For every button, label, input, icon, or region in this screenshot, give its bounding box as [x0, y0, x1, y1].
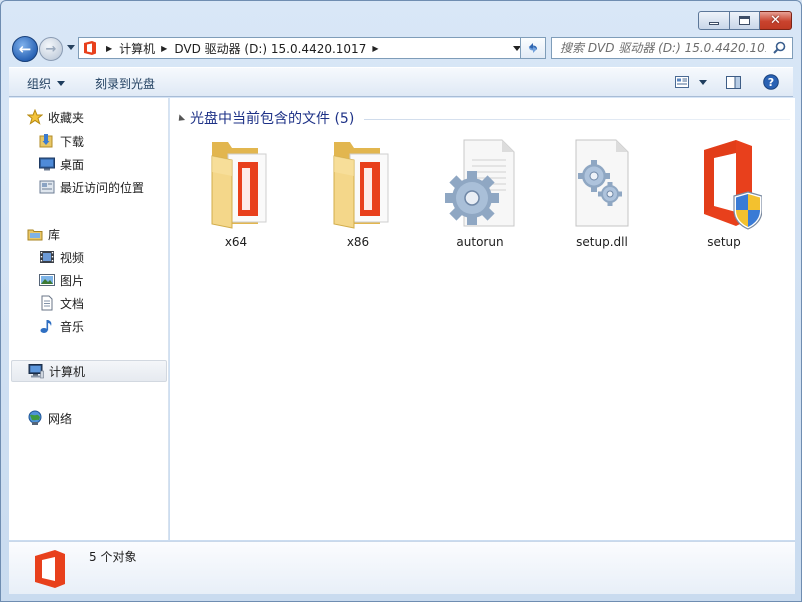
recent-places-icon: [39, 179, 55, 195]
explorer-window: ✕ ← → ▶ 计算机 ▶ DVD 驱动器 (D:) 15.0.4420.101…: [0, 0, 802, 602]
breadcrumb-computer[interactable]: 计算机: [119, 40, 155, 57]
sidebar-item-label: 音乐: [60, 319, 85, 334]
burn-label: 刻录到光盘: [95, 77, 156, 91]
sidebar-item-computer[interactable]: 计算机: [11, 360, 167, 382]
file-item-setup[interactable]: setup: [669, 136, 779, 249]
sidebar-item-label: 库: [48, 227, 61, 242]
chevron-right-icon[interactable]: ▶: [161, 44, 167, 53]
maximize-icon: [739, 16, 750, 25]
star-icon: [27, 109, 43, 125]
navigation-pane: 收藏夹 下载 桌面 最近访问的位置 库 视频 图片 文档 音乐 计算机 网络: [9, 98, 169, 540]
sidebar-item-label: 下载: [60, 134, 85, 149]
dll-file-icon: [564, 136, 640, 232]
refresh-button[interactable]: [520, 37, 546, 59]
preview-pane-icon: [726, 76, 741, 89]
navigation-bar: ← → ▶ 计算机 ▶ DVD 驱动器 (D:) 15.0.4420.1017 …: [11, 34, 793, 62]
group-divider: [364, 118, 790, 120]
close-icon: ✕: [770, 13, 781, 28]
maximize-button[interactable]: [730, 11, 760, 30]
sidebar-item-label: 网络: [48, 411, 73, 426]
burn-to-disc-button[interactable]: 刻录到光盘: [95, 75, 155, 92]
back-arrow-icon: ←: [18, 40, 32, 58]
folder-icon: [198, 136, 274, 232]
back-button[interactable]: ←: [12, 36, 38, 62]
sidebar-item-label: 文档: [60, 296, 85, 311]
file-item-x64[interactable]: x64: [181, 136, 291, 249]
file-item-setup-dll[interactable]: setup.dll: [547, 136, 657, 249]
view-icon: [675, 76, 689, 88]
close-button[interactable]: ✕: [760, 11, 792, 30]
sidebar-item-label: 计算机: [49, 364, 86, 379]
chevron-down-icon: [57, 81, 66, 86]
sidebar-item-libraries[interactable]: 库: [27, 223, 185, 245]
file-name: x86: [346, 235, 370, 249]
file-name: autorun: [456, 235, 504, 249]
preview-pane-button[interactable]: [726, 76, 741, 89]
group-header[interactable]: 光盘中当前包含的文件 (5): [175, 108, 790, 128]
network-icon: [27, 410, 43, 426]
chevron-right-icon[interactable]: ▶: [106, 44, 112, 53]
minimize-button[interactable]: [698, 11, 730, 30]
office-drive-large-icon: [31, 548, 69, 590]
sidebar-item-label: 视频: [60, 250, 85, 265]
sidebar-item-favorites[interactable]: 收藏夹: [27, 106, 185, 128]
sidebar-item-label: 图片: [60, 273, 85, 288]
search-icon[interactable]: [773, 41, 786, 54]
folder-icon: [320, 136, 396, 232]
library-icon: [27, 226, 43, 242]
refresh-icon: [528, 43, 538, 53]
recent-pages-dropdown[interactable]: [67, 45, 75, 50]
sidebar-item-label: 桌面: [60, 157, 85, 172]
address-bar[interactable]: ▶ 计算机 ▶ DVD 驱动器 (D:) 15.0.4420.1017 ▶: [78, 37, 528, 59]
search-input[interactable]: [560, 41, 766, 55]
file-item-x86[interactable]: x86: [303, 136, 413, 249]
office-setup-icon: [686, 136, 762, 232]
minimize-icon: [709, 22, 719, 25]
sidebar-item-label: 最近访问的位置: [60, 180, 145, 195]
collapse-triangle-icon[interactable]: [175, 114, 186, 124]
search-box[interactable]: [551, 37, 793, 59]
group-title: 光盘中当前包含的文件 (5): [190, 111, 355, 127]
file-item-autorun[interactable]: autorun: [425, 136, 535, 249]
caption-buttons: ✕: [698, 11, 792, 30]
sidebar-item-network[interactable]: 网络: [27, 407, 185, 429]
file-name: x64: [224, 235, 248, 249]
music-icon: [39, 318, 55, 334]
file-list: 光盘中当前包含的文件 (5) x64 x86 autorun setup.dll…: [170, 98, 795, 540]
pictures-icon: [39, 272, 55, 288]
details-pane: 5 个对象: [9, 541, 795, 594]
computer-icon: [28, 363, 44, 379]
svg-text:?: ?: [768, 76, 774, 89]
desktop-icon: [39, 156, 55, 172]
video-icon: [39, 249, 55, 265]
file-name: setup: [707, 235, 741, 249]
downloads-folder-icon: [39, 133, 55, 149]
chevron-down-icon[interactable]: [699, 79, 707, 85]
status-item-count: 5 个对象: [89, 550, 137, 564]
change-view-button[interactable]: [675, 76, 707, 88]
office-drive-icon: [82, 40, 100, 56]
forward-arrow-icon: →: [45, 41, 57, 57]
help-icon: ?: [763, 74, 779, 90]
forward-button[interactable]: →: [39, 37, 63, 61]
command-toolbar: 组织 刻录到光盘 ?: [9, 67, 793, 97]
breadcrumb-dvd-drive[interactable]: DVD 驱动器 (D:) 15.0.4420.1017: [174, 40, 366, 57]
help-button[interactable]: ?: [763, 74, 779, 90]
settings-file-icon: [442, 136, 518, 232]
file-name: setup.dll: [576, 235, 628, 249]
sidebar-item-label: 收藏夹: [48, 110, 85, 125]
documents-icon: [39, 295, 55, 311]
organize-menu[interactable]: 组织: [27, 75, 66, 92]
chevron-right-icon[interactable]: ▶: [372, 44, 378, 53]
organize-label: 组织: [27, 77, 52, 91]
